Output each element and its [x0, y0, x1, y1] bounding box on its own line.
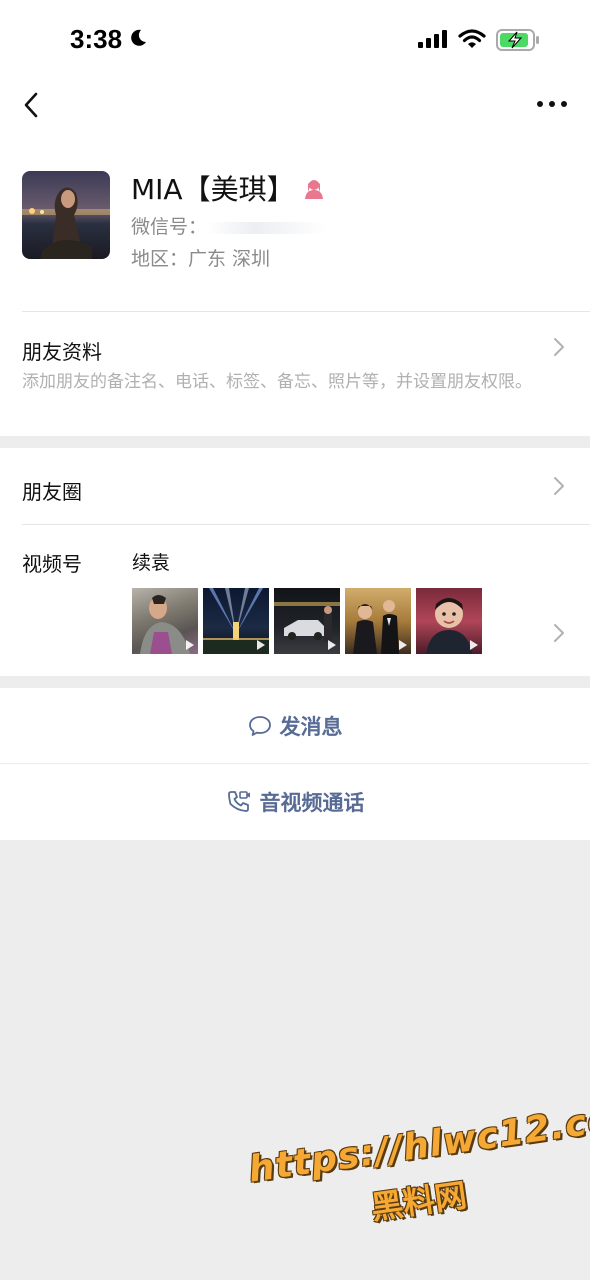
- region: 地区：广东 深圳: [131, 248, 271, 270]
- status-bar: 3:38: [0, 0, 590, 80]
- send-message-button[interactable]: 发消息: [0, 688, 590, 764]
- friend-info-title: 朋友资料: [22, 340, 102, 364]
- moments-row[interactable]: 朋友圈: [0, 448, 590, 524]
- video-thumbnail-1[interactable]: [132, 588, 198, 654]
- video-thumbnail-4[interactable]: [345, 588, 411, 654]
- friend-info-description: 添加朋友的备注名、电话、标签、备忘、照片等，并设置朋友权限。: [22, 372, 532, 392]
- chevron-right-icon: [554, 624, 564, 642]
- cellular-signal-icon: [418, 30, 447, 48]
- more-dots-icon[interactable]: [532, 92, 572, 116]
- watermark-text: 黑料网: [368, 1175, 470, 1227]
- voice-video-call-label: 音视频通话: [259, 791, 365, 815]
- chevron-right-icon: [554, 338, 564, 356]
- wechat-id-label: 微信号：: [131, 216, 208, 238]
- status-time: 3:38: [70, 24, 123, 54]
- channels-thumbnails: [132, 588, 487, 654]
- watermark: https://hlwc12.com 黑料网: [246, 1094, 590, 1259]
- chat-bubble-icon: [248, 716, 271, 736]
- wifi-icon: [458, 29, 486, 48]
- channels-name: 续袁: [132, 552, 171, 574]
- video-thumbnail-3[interactable]: [274, 588, 340, 654]
- female-user-icon: [304, 180, 323, 199]
- actions-section: 发消息 音视频通话: [0, 688, 590, 840]
- voice-video-call-button[interactable]: 音视频通话: [0, 764, 590, 840]
- friend-info-row[interactable]: 朋友资料 添加朋友的备注名、电话、标签、备忘、照片等，并设置朋友权限。: [0, 312, 590, 436]
- wechat-id-redacted: [207, 221, 328, 234]
- phone-video-call-icon: [227, 791, 250, 812]
- moments-section: 朋友圈 视频号 续袁: [0, 448, 590, 676]
- video-thumbnail-5[interactable]: [416, 588, 482, 654]
- avatar[interactable]: [22, 171, 110, 259]
- wechat-id: 微信号：: [131, 212, 328, 239]
- profile-header: MIA【美琪】 微信号： 地区：广东 深圳: [0, 136, 590, 312]
- moon-icon: [131, 29, 146, 46]
- back-chevron-icon[interactable]: [16, 88, 46, 122]
- chevron-right-icon: [554, 477, 564, 495]
- battery-charging-icon: [496, 29, 539, 51]
- channels-row[interactable]: 视频号 续袁: [0, 525, 590, 676]
- moments-label: 朋友圈: [22, 480, 82, 504]
- name-row: MIA【美琪】: [131, 168, 325, 208]
- nav-bar: [0, 80, 590, 136]
- video-thumbnail-2[interactable]: [203, 588, 269, 654]
- profile-name: MIA【美琪】: [131, 173, 295, 206]
- send-message-label: 发消息: [279, 715, 343, 739]
- channels-label: 视频号: [22, 552, 82, 576]
